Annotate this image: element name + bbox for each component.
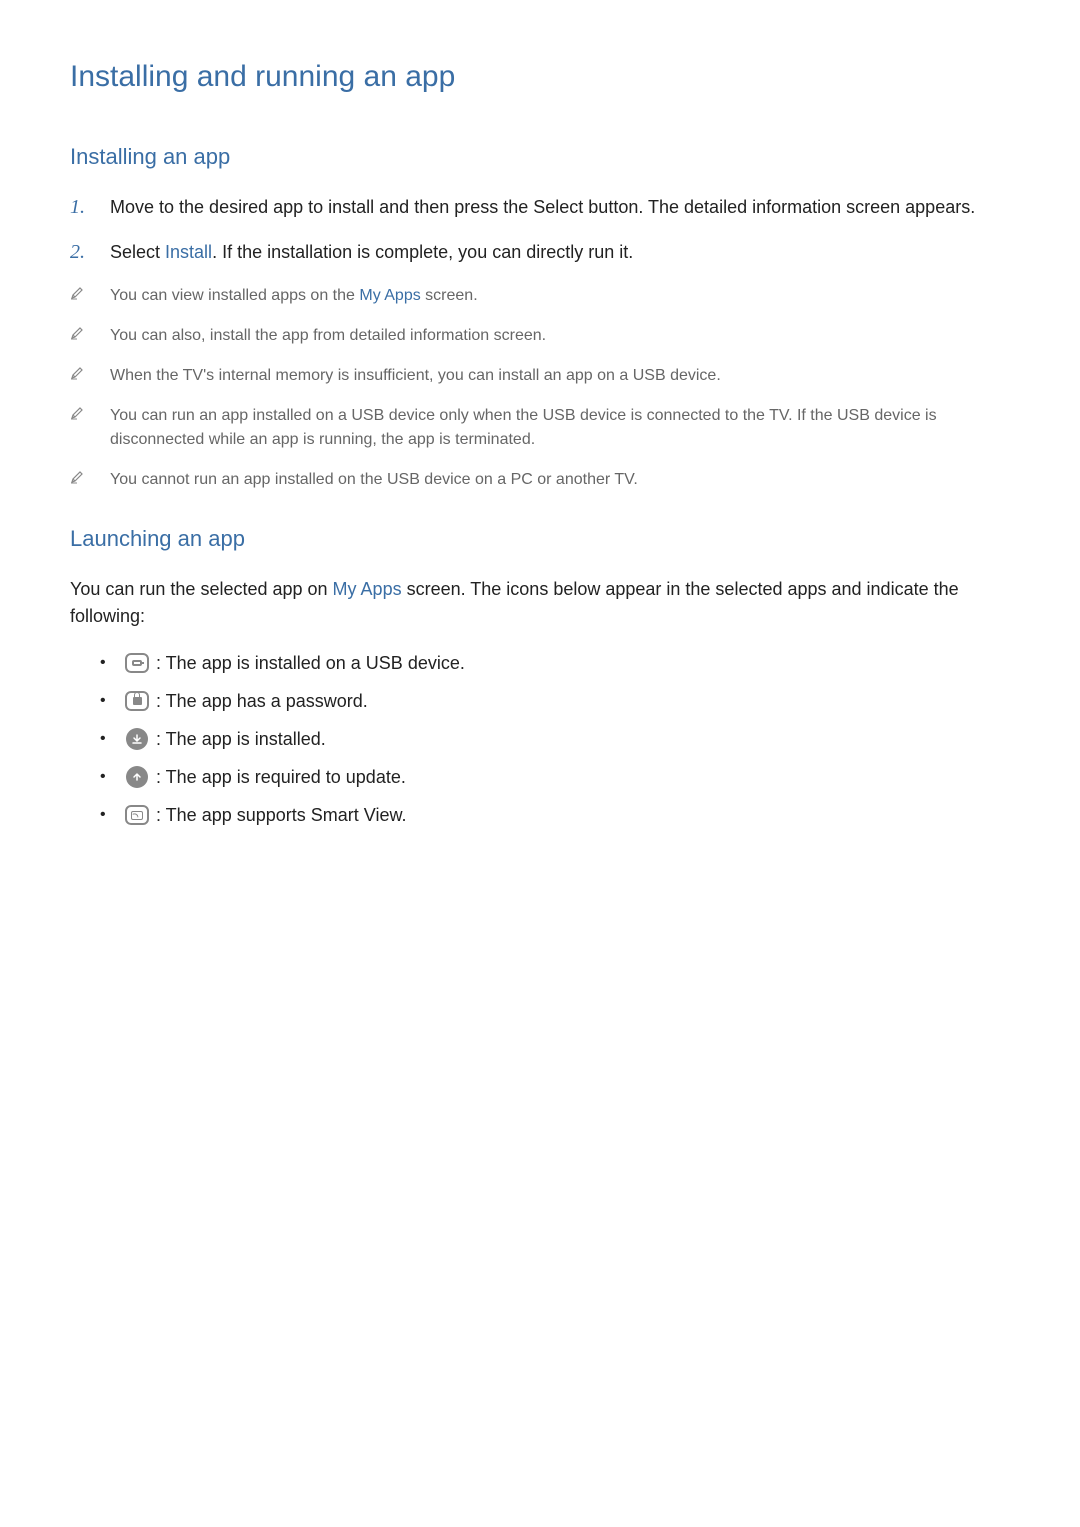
list-item: • : The app has a password. (100, 690, 1010, 712)
step-number: 1. (70, 196, 110, 219)
note-text: You cannot run an app installed on the U… (110, 468, 638, 492)
bullet: • (100, 730, 124, 748)
pencil-note-icon (70, 364, 110, 385)
note-item: When the TV's internal memory is insuffi… (70, 364, 1010, 388)
icon-description: : The app is required to update. (156, 767, 406, 788)
note-text: You can view installed apps on the My Ap… (110, 284, 478, 308)
usb-icon (124, 652, 150, 674)
my-apps-link: My Apps (359, 287, 420, 304)
bullet: • (100, 806, 124, 824)
note-text: When the TV's internal memory is insuffi… (110, 364, 721, 388)
pencil-note-icon (70, 468, 110, 489)
install-steps-list: 1. Move to the desired app to install an… (70, 194, 1010, 266)
note-text: You can also, install the app from detai… (110, 324, 546, 348)
install-link: Install (165, 242, 212, 262)
note-item: You can also, install the app from detai… (70, 324, 1010, 348)
launching-intro: You can run the selected app on My Apps … (70, 576, 1010, 630)
notes-list: You can view installed apps on the My Ap… (70, 284, 1010, 492)
step-2: 2. Select Install. If the installation i… (70, 239, 1010, 266)
note-item: You can run an app installed on a USB de… (70, 404, 1010, 452)
icon-description: : The app is installed. (156, 729, 326, 750)
pencil-note-icon (70, 404, 110, 425)
lock-icon (124, 690, 150, 712)
step-1: 1. Move to the desired app to install an… (70, 194, 1010, 221)
icon-description: : The app is installed on a USB device. (156, 653, 465, 674)
note-text: You can run an app installed on a USB de… (110, 404, 1010, 452)
icon-description: : The app has a password. (156, 691, 368, 712)
smartview-icon (124, 804, 150, 826)
list-item: • : The app is required to update. (100, 766, 1010, 788)
note-item: You can view installed apps on the My Ap… (70, 284, 1010, 308)
section-heading-launching: Launching an app (70, 526, 1010, 552)
page-title: Installing and running an app (70, 60, 1010, 94)
my-apps-link: My Apps (333, 579, 402, 599)
pencil-note-icon (70, 324, 110, 345)
note-item: You cannot run an app installed on the U… (70, 468, 1010, 492)
icon-description: : The app supports Smart View. (156, 805, 406, 826)
icon-meanings-list: • : The app is installed on a USB device… (70, 652, 1010, 826)
list-item: • : The app supports Smart View. (100, 804, 1010, 826)
step-text: Select Install. If the installation is c… (110, 239, 633, 266)
installed-icon (124, 728, 150, 750)
list-item: • : The app is installed on a USB device… (100, 652, 1010, 674)
bullet: • (100, 654, 124, 672)
bullet: • (100, 692, 124, 710)
pencil-note-icon (70, 284, 110, 305)
step-number: 2. (70, 241, 110, 264)
bullet: • (100, 768, 124, 786)
step-text: Move to the desired app to install and t… (110, 194, 975, 221)
list-item: • : The app is installed. (100, 728, 1010, 750)
section-heading-installing: Installing an app (70, 144, 1010, 170)
update-icon (124, 766, 150, 788)
